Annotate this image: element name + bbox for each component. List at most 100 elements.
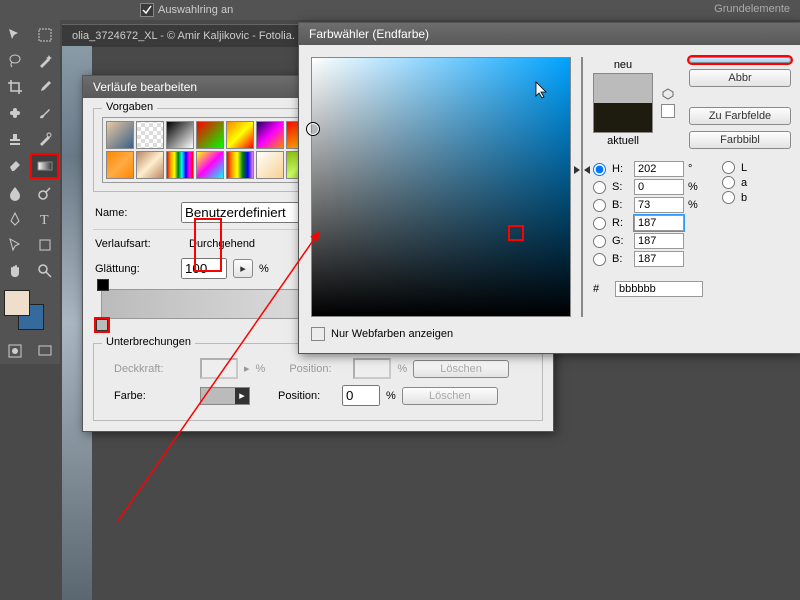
deckkraft-input — [200, 358, 238, 379]
opacity-stop-left[interactable] — [97, 279, 107, 289]
pen-tool-icon[interactable] — [1, 207, 29, 231]
gamut-warning-icon[interactable] — [662, 88, 674, 100]
preset-swatch[interactable] — [166, 151, 194, 179]
glaettung-stepper[interactable]: ▸ — [233, 259, 253, 278]
preset-swatch[interactable] — [136, 151, 164, 179]
marquee-tool-icon[interactable] — [31, 23, 59, 47]
new-color-swatch[interactable] — [594, 74, 652, 103]
color-swatches[interactable] — [4, 290, 44, 330]
unterbrechungen-legend: Unterbrechungen — [102, 336, 195, 348]
shape-tool-icon[interactable] — [31, 233, 59, 257]
document-tab[interactable]: olia_3724672_XL - © Amir Kaljikovic - Fo… — [62, 24, 306, 47]
glaettung-label: Glättung: — [95, 263, 175, 275]
color-dialog-title[interactable]: Farbwähler (Endfarbe) — [299, 23, 800, 45]
glaettung-input[interactable] — [181, 258, 227, 279]
loeschen2-button: Löschen — [402, 387, 498, 405]
brush-tool-icon[interactable] — [31, 101, 59, 125]
quickmask-icon[interactable] — [1, 339, 29, 363]
b2-input[interactable] — [634, 251, 684, 267]
g-radio[interactable] — [593, 235, 606, 248]
lasso-tool-icon[interactable] — [1, 49, 29, 73]
dodge-tool-icon[interactable] — [31, 181, 59, 205]
color-picker-dialog: Farbwähler (Endfarbe) Nur Webfarben anze… — [298, 22, 800, 354]
checkbox-auswahlring[interactable] — [140, 3, 154, 17]
preset-swatch[interactable] — [196, 121, 224, 149]
eyedropper-tool-icon[interactable] — [31, 75, 59, 99]
sv-cursor[interactable] — [306, 122, 320, 136]
unterbrechungen-fieldset: Unterbrechungen Deckkraft: ▸ % Position:… — [93, 343, 543, 421]
position2-input[interactable] — [342, 385, 380, 406]
history-brush-icon[interactable] — [31, 127, 59, 151]
wand-tool-icon[interactable] — [31, 49, 59, 73]
deckkraft-label: Deckkraft: — [114, 363, 194, 375]
name-label: Name: — [95, 207, 175, 219]
farbe-swatch[interactable] — [201, 388, 235, 404]
preset-swatch[interactable] — [106, 121, 134, 149]
preset-swatch[interactable] — [256, 151, 284, 179]
websafe-swatch[interactable] — [661, 104, 675, 118]
r-radio[interactable] — [593, 217, 606, 230]
zoom-tool-icon[interactable] — [31, 259, 59, 283]
preset-swatch[interactable] — [166, 121, 194, 149]
move-tool-icon[interactable] — [1, 23, 29, 47]
current-color-swatch[interactable] — [594, 103, 652, 132]
preset-swatch[interactable] — [196, 151, 224, 179]
path-select-icon[interactable] — [1, 233, 29, 257]
verlaufsart-value[interactable]: Durchgehend — [181, 236, 263, 252]
farbe-label: Farbe: — [114, 390, 194, 402]
color-libraries-button[interactable]: Farbbibl — [689, 131, 791, 149]
healing-tool-icon[interactable] — [1, 101, 29, 125]
position1-label: Position: — [289, 363, 347, 375]
webfarben-checkbox[interactable] — [311, 327, 325, 341]
color-values-column: neu aktuell Abbr Zu Farbfelde Fa — [593, 57, 791, 341]
toolbox: T — [0, 20, 60, 364]
saturation-value-field[interactable] — [311, 57, 571, 317]
ok-button[interactable] — [689, 57, 791, 63]
foreground-swatch[interactable] — [4, 290, 30, 316]
hash-label: # — [593, 283, 611, 295]
h-input[interactable] — [634, 161, 684, 177]
b2-radio[interactable] — [593, 253, 606, 266]
type-tool-icon[interactable]: T — [31, 207, 59, 231]
deckkraft-row: Deckkraft: ▸ % Position: % Löschen — [114, 358, 522, 379]
auswahlring-label: Auswahlring an — [158, 4, 233, 16]
cancel-button[interactable]: Abbr — [689, 69, 791, 87]
g-input[interactable] — [634, 233, 684, 249]
crop-tool-icon[interactable] — [1, 75, 29, 99]
preset-swatch[interactable] — [256, 121, 284, 149]
preset-swatch[interactable] — [226, 121, 254, 149]
neu-label: neu — [593, 59, 653, 71]
s-radio[interactable] — [593, 181, 606, 194]
preset-swatch[interactable] — [226, 151, 254, 179]
a-radio[interactable] — [722, 176, 735, 189]
add-swatch-button[interactable]: Zu Farbfelde — [689, 107, 791, 125]
eraser-tool-icon[interactable] — [1, 153, 28, 177]
webfarben-label: Nur Webfarben anzeigen — [331, 328, 453, 340]
stamp-tool-icon[interactable] — [1, 127, 29, 151]
hue-slider[interactable] — [581, 57, 583, 317]
panel-label: Grundelemente — [714, 3, 790, 15]
preset-swatch[interactable] — [106, 151, 134, 179]
preset-swatch[interactable] — [136, 121, 164, 149]
bb-radio[interactable] — [722, 191, 735, 204]
loeschen1-button: Löschen — [413, 360, 509, 378]
presets-legend: Vorgaben — [102, 101, 157, 113]
hex-input[interactable] — [615, 281, 703, 297]
farbe-dropdown-icon[interactable]: ▸ — [235, 388, 249, 404]
h-radio[interactable] — [593, 163, 606, 176]
b-input[interactable] — [634, 197, 684, 213]
screenmode-icon[interactable] — [31, 339, 59, 363]
verlaufsart-label: Verlaufsart: — [95, 238, 175, 250]
hand-tool-icon[interactable] — [1, 259, 29, 283]
r-input[interactable] — [634, 215, 684, 231]
l-radio[interactable] — [722, 161, 735, 174]
s-input[interactable] — [634, 179, 684, 195]
b-radio[interactable] — [593, 199, 606, 212]
position2-label: Position: — [278, 390, 336, 402]
blur-tool-icon[interactable] — [1, 181, 29, 205]
color-stop-left[interactable] — [96, 319, 108, 331]
deckkraft-stepper: ▸ — [244, 362, 250, 375]
farbe-row: Farbe: ▸ Position: % Löschen — [114, 385, 522, 406]
gradient-tool-icon[interactable] — [30, 153, 59, 179]
options-bar: Auswahlring an Grundelemente — [0, 0, 800, 20]
